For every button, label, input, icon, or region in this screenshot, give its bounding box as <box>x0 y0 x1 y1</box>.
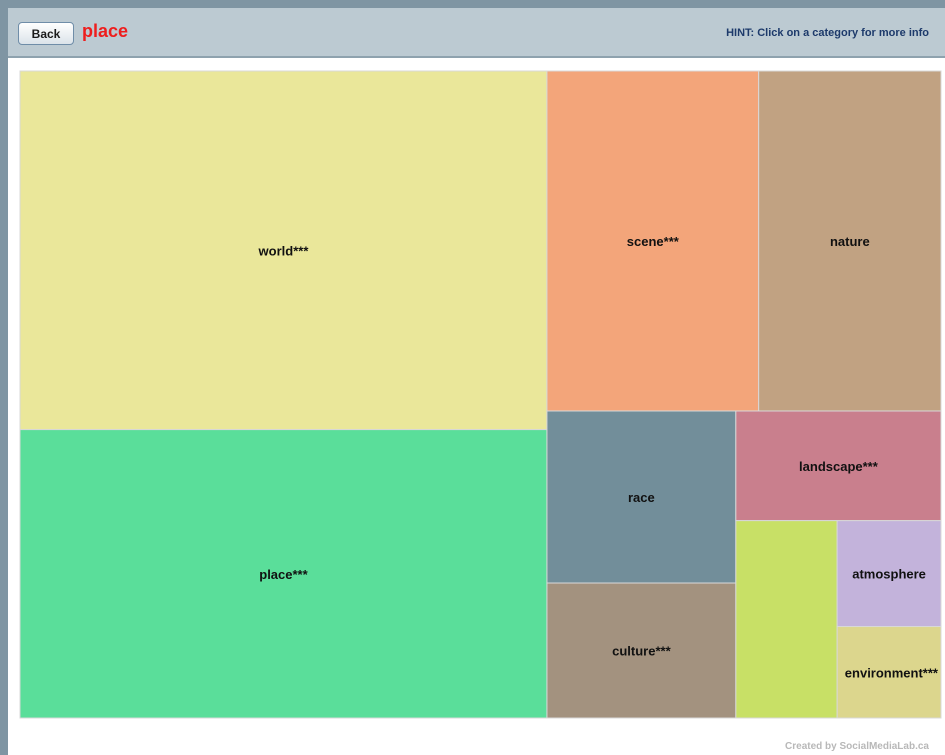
tile-atmosphere[interactable]: atmosphere <box>836 520 942 628</box>
category-title: place <box>82 21 129 41</box>
back-button[interactable]: Back <box>18 22 74 45</box>
tile-label-culture: culture*** <box>612 644 671 659</box>
tile-label-place: place*** <box>259 567 308 582</box>
tile-label-world: world*** <box>258 243 310 258</box>
treemap-chart: world*** place*** scene*** nature race cultur… <box>19 70 942 719</box>
tile-landscape[interactable]: landscape*** <box>735 410 942 522</box>
tile-label-atmosphere: atmosphere <box>852 567 926 582</box>
tile-place[interactable]: place*** <box>19 429 548 719</box>
tile-nature[interactable]: nature <box>758 70 942 412</box>
tile-label-race: race <box>628 490 655 505</box>
tile-label-environment: environment*** <box>845 665 939 680</box>
tile-scene[interactable]: scene*** <box>546 70 760 412</box>
tile-race[interactable]: race <box>546 410 737 584</box>
footer-credit: Created by SocialMediaLab.ca <box>785 741 929 752</box>
tile-unlabeled[interactable] <box>735 520 838 719</box>
header-bar: Back place HINT: Click on a category for… <box>8 8 945 58</box>
tile-label-landscape: landscape*** <box>799 459 879 474</box>
tile-environment[interactable]: environment*** <box>836 626 942 719</box>
hint-text: HINT: Click on a category for more info <box>726 27 929 39</box>
tile-label-scene: scene*** <box>627 234 680 249</box>
tile-world[interactable]: world*** <box>19 70 548 431</box>
tile-rect-unlabeled[interactable] <box>735 520 838 719</box>
tile-label-nature: nature <box>830 234 870 249</box>
tile-culture[interactable]: culture*** <box>546 582 737 719</box>
